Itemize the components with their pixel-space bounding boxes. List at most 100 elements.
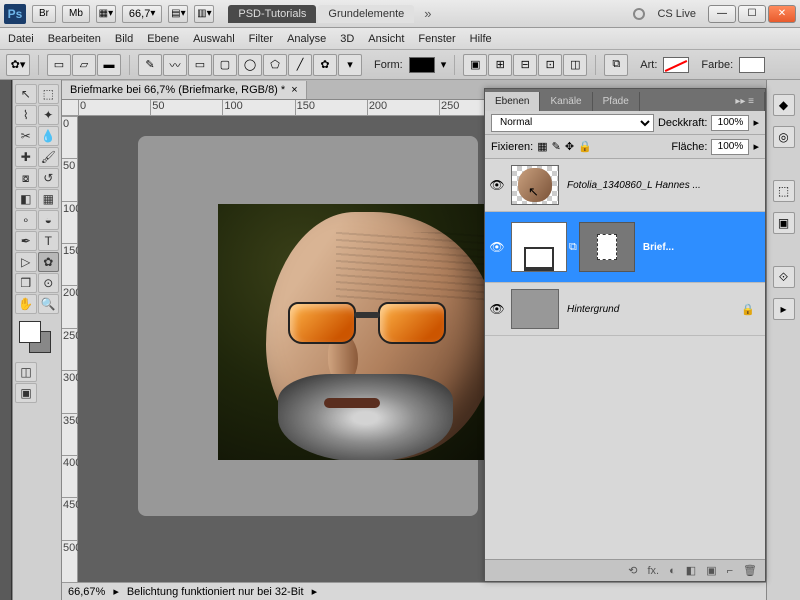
- pen-icon[interactable]: ✎: [138, 54, 162, 76]
- adjustment-icon[interactable]: ◧: [686, 564, 696, 577]
- polygon-icon[interactable]: ⬠: [263, 54, 287, 76]
- path-mode-fill[interactable]: ▬: [97, 54, 121, 76]
- move-tool[interactable]: ↖: [15, 84, 37, 104]
- quickmask-tool[interactable]: ◫: [15, 362, 37, 382]
- lasso-tool[interactable]: ⌇: [15, 105, 37, 125]
- 3d-tool[interactable]: ❒: [15, 273, 37, 293]
- new-layer-icon[interactable]: ⌐: [727, 565, 733, 577]
- crop-tool[interactable]: ✂: [15, 126, 37, 146]
- art-swatch[interactable]: [663, 57, 689, 73]
- combine-intersect[interactable]: ⊡: [538, 54, 562, 76]
- slider-icon-2[interactable]: ▸: [753, 140, 759, 153]
- group-icon[interactable]: ▣: [706, 564, 716, 577]
- fx-icon[interactable]: fx.: [648, 565, 660, 577]
- link-icon[interactable]: ⧉: [569, 241, 577, 254]
- workspace-tab-light[interactable]: Grundelemente: [318, 5, 414, 23]
- cslive-icon[interactable]: [633, 8, 645, 20]
- dock-swatches-icon[interactable]: ◎: [773, 126, 795, 148]
- marquee-tool[interactable]: ⬚: [38, 84, 60, 104]
- visibility-icon[interactable]: 👁: [485, 240, 509, 254]
- combine-subtract[interactable]: ⊟: [513, 54, 537, 76]
- mask-icon[interactable]: ◐: [669, 565, 676, 577]
- eraser-tool[interactable]: ◧: [15, 189, 37, 209]
- eyedropper-tool[interactable]: 💧: [38, 126, 60, 146]
- stamp-tool[interactable]: ⧇: [15, 168, 37, 188]
- blend-mode-select[interactable]: Normal: [491, 114, 654, 132]
- history-brush-tool[interactable]: ↺: [38, 168, 60, 188]
- layer-name[interactable]: Fotolia_1340860_L Hannes ...: [567, 180, 701, 191]
- gradient-tool[interactable]: ▦: [38, 189, 60, 209]
- menu-hilfe[interactable]: Hilfe: [470, 33, 492, 45]
- layer-row[interactable]: 👁 Hintergrund 🔒: [485, 283, 765, 336]
- menu-ansicht[interactable]: Ansicht: [368, 33, 404, 45]
- menu-auswahl[interactable]: Auswahl: [193, 33, 235, 45]
- ellipse-icon[interactable]: ◯: [238, 54, 262, 76]
- freeform-pen-icon[interactable]: 〰: [163, 54, 187, 76]
- line-icon[interactable]: ╱: [288, 54, 312, 76]
- custom-shape-icon[interactable]: ✿: [313, 54, 337, 76]
- path-mode-path[interactable]: ▱: [72, 54, 96, 76]
- layer-row[interactable]: 👁 ↖ Fotolia_1340860_L Hannes ...: [485, 159, 765, 212]
- pen-tool[interactable]: ✒: [15, 231, 37, 251]
- combine-exclude[interactable]: ◫: [563, 54, 587, 76]
- farbe-swatch[interactable]: [739, 57, 765, 73]
- deckkraft-input[interactable]: [711, 115, 749, 131]
- minibridge-button[interactable]: Mb: [62, 5, 90, 23]
- panel-menu-icon[interactable]: ▸▸ ≡: [725, 92, 765, 111]
- brush-tool[interactable]: 🖌: [38, 147, 60, 167]
- layer-row[interactable]: 👁 ⧉ Brief...: [485, 212, 765, 283]
- lock-move-icon[interactable]: ✥: [565, 140, 574, 153]
- layer-thumb[interactable]: [511, 289, 559, 329]
- maximize-button[interactable]: ☐: [738, 5, 766, 23]
- roundrect-icon[interactable]: ▢: [213, 54, 237, 76]
- document-tab[interactable]: Briefmarke bei 66,7% (Briefmarke, RGB/8)…: [62, 81, 307, 99]
- status-zoom[interactable]: 66,67%: [68, 586, 105, 598]
- lock-pixels-icon[interactable]: ▦: [537, 140, 547, 153]
- lock-all-icon[interactable]: 🔒: [578, 140, 592, 153]
- menu-ebene[interactable]: Ebene: [147, 33, 179, 45]
- menu-3d[interactable]: 3D: [340, 33, 354, 45]
- close-button[interactable]: ✕: [768, 5, 796, 23]
- bridge-button[interactable]: Br: [32, 5, 56, 23]
- ruler-vertical[interactable]: 050100150200250300350400450500: [62, 116, 78, 582]
- layer-name[interactable]: Hintergrund: [567, 304, 619, 315]
- wand-tool[interactable]: ✦: [38, 105, 60, 125]
- screenmode-tool[interactable]: ▣: [15, 383, 37, 403]
- path-mode-shape[interactable]: ▭: [47, 54, 71, 76]
- shape-tool[interactable]: ✿: [38, 252, 60, 272]
- link-layers-icon[interactable]: ⟲: [628, 564, 637, 577]
- menu-bild[interactable]: Bild: [115, 33, 133, 45]
- combine-new[interactable]: ▣: [463, 54, 487, 76]
- menu-analyse[interactable]: Analyse: [287, 33, 326, 45]
- flaeche-input[interactable]: [711, 139, 749, 155]
- menu-filter[interactable]: Filter: [249, 33, 273, 45]
- layer-thumb[interactable]: ↖: [511, 165, 559, 205]
- visibility-icon[interactable]: 👁: [485, 178, 509, 192]
- more-workspaces-icon[interactable]: »: [424, 6, 431, 21]
- geometry-options-icon[interactable]: ▾: [338, 54, 362, 76]
- dock-color-icon[interactable]: ◆: [773, 94, 795, 116]
- blur-tool[interactable]: ∘: [15, 210, 37, 230]
- far-left-dock[interactable]: [0, 80, 12, 600]
- menu-datei[interactable]: Datei: [8, 33, 34, 45]
- close-tab-icon[interactable]: ×: [291, 84, 297, 96]
- 3d-camera-tool[interactable]: ⊙: [38, 273, 60, 293]
- cslive-label[interactable]: CS Live: [657, 8, 696, 20]
- visibility-icon[interactable]: 👁: [485, 302, 509, 316]
- dock-adjust-icon[interactable]: ⬚: [773, 180, 795, 202]
- slider-icon[interactable]: ▸: [753, 116, 759, 129]
- zoom-select[interactable]: 66,7 ▾: [122, 5, 162, 23]
- arrange-docs-icon[interactable]: ▦▾: [96, 5, 116, 23]
- workspace-tab-dark[interactable]: PSD-Tutorials: [228, 5, 316, 23]
- trash-icon[interactable]: 🗑: [743, 564, 757, 577]
- dock-actions-icon[interactable]: ▸: [773, 298, 795, 320]
- shape-dropdown-icon[interactable]: ▾: [441, 58, 447, 71]
- path-select-tool[interactable]: ▷: [15, 252, 37, 272]
- tab-ebenen[interactable]: Ebenen: [485, 92, 540, 111]
- color-picker[interactable]: [15, 321, 59, 361]
- tab-kanaele[interactable]: Kanäle: [540, 92, 592, 111]
- rect-icon[interactable]: ▭: [188, 54, 212, 76]
- layer-name[interactable]: Brief...: [643, 242, 674, 253]
- menu-bearbeiten[interactable]: Bearbeiten: [48, 33, 101, 45]
- combine-add[interactable]: ⊞: [488, 54, 512, 76]
